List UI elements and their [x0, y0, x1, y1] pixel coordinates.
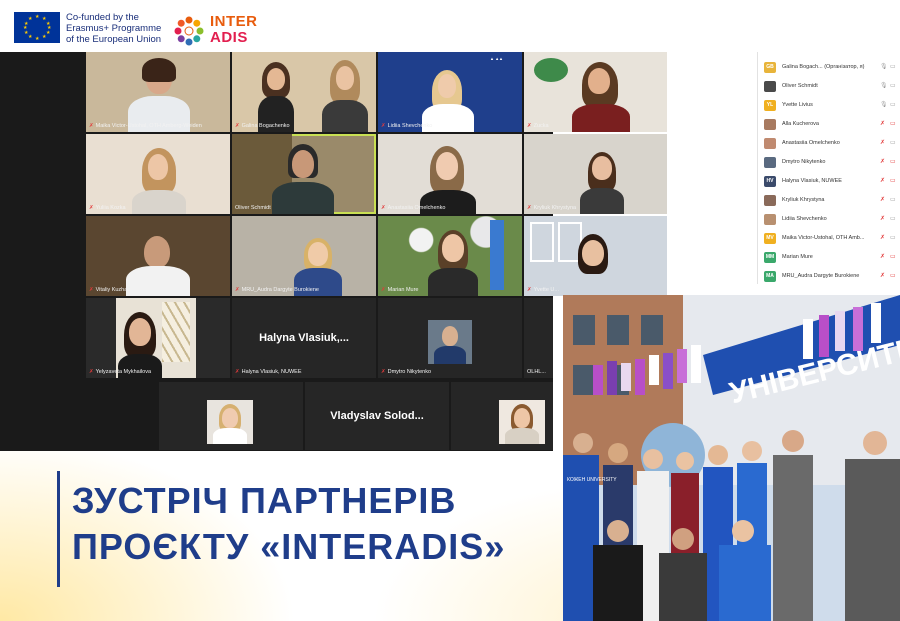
avatar: GB: [764, 62, 776, 73]
participant-name: Anastasiia Omelchenko: [782, 140, 840, 146]
video-tile-active-speaker[interactable]: Oliver Schmidt: [232, 134, 376, 214]
logo-text-inter: INTER: [210, 13, 258, 30]
participant-name: Alla Kucherova: [782, 121, 819, 127]
participant-name-placeholder: Halyna Vlasiuk,...: [259, 332, 349, 344]
participant-name-placeholder: Vladyslav Solod...: [330, 410, 424, 422]
participant-row[interactable]: GB Galina Bogach... (Організатор, я) 🎙 ▭: [758, 58, 900, 77]
video-tile[interactable]: ✗ Vitaliy Kuzhanovych: [86, 216, 230, 296]
title-line: ПРОЄКТУ «INTERADIS»: [72, 526, 506, 567]
camera-icon[interactable]: ▭: [890, 77, 896, 96]
video-tile[interactable]: Vladyslav Solod...: [305, 382, 449, 450]
avatar: HV: [764, 176, 776, 187]
group-photo-illustration: УНІВЕРСИТЕ КОЖЕН UNIVERSITY: [563, 295, 900, 621]
participant-row[interactable]: Oliver Schmidt 🎙 ▭: [758, 77, 900, 96]
avatar: MM: [764, 252, 776, 263]
mic-muted-icon[interactable]: ✗: [880, 134, 885, 153]
participant-row[interactable]: Anastasiia Omelchenko ✗ ▭: [758, 134, 900, 153]
video-tile[interactable]: ✗ Galina Bogachenko: [232, 52, 376, 132]
page-title: ЗУСТРІЧ ПАРТНЕРІВ ПРОЄКТУ «INTERADIS»: [72, 478, 552, 570]
video-tile[interactable]: ✗ Maika Victor-Ustohal, OTH Amberg-Weiden: [86, 52, 230, 132]
video-tile[interactable]: Halyna Vlasiuk,... ✗ Halyna Vlasiuk, NUWE…: [232, 298, 376, 378]
camera-off-icon[interactable]: ▭: [890, 172, 896, 191]
avatar: MA: [764, 271, 776, 282]
eu-funding-line: Co-funded by the: [66, 12, 139, 23]
camera-off-icon[interactable]: ▭: [890, 267, 896, 286]
avatar: MV: [764, 233, 776, 244]
camera-icon[interactable]: ▭: [890, 229, 896, 248]
camera-icon[interactable]: ▭: [890, 210, 896, 229]
video-tile[interactable]: ✗ Anastasiia Omelchenko: [378, 134, 522, 214]
mic-icon[interactable]: 🎙: [880, 77, 888, 96]
camera-icon[interactable]: ▭: [890, 96, 896, 115]
video-tile[interactable]: ✗ MRU_Audra Dargyte Burokiene: [232, 216, 376, 296]
group-photo: УНІВЕРСИТЕ КОЖЕН UNIVERSITY: [563, 295, 900, 621]
participant-row[interactable]: MA MRU_Audra Dargyte Burokiene ✗ ▭: [758, 267, 900, 286]
logo-text-adis: ADIS: [210, 29, 248, 46]
avatar: [764, 138, 776, 149]
mic-muted-icon[interactable]: ✗: [880, 210, 885, 229]
participants-panel: GB Galina Bogach... (Організатор, я) 🎙 ▭…: [757, 52, 900, 284]
mic-muted-icon[interactable]: ✗: [880, 229, 885, 248]
camera-icon[interactable]: ▭: [890, 58, 896, 77]
camera-icon[interactable]: ▭: [890, 191, 896, 210]
participant-row[interactable]: Lidiia Shevchenko ✗ ▭: [758, 210, 900, 229]
eu-funding-line: of the European Union: [66, 34, 162, 45]
avatar: [764, 214, 776, 225]
eu-funding-line: Erasmus+ Programme: [66, 23, 162, 34]
shirt-text: КОЖЕН UNIVERSITY: [567, 477, 617, 483]
eu-flag-icon: ★ ★ ★ ★ ★ ★ ★ ★ ★ ★ ★ ★: [14, 12, 60, 43]
participant-name: Oliver Schmidt: [782, 83, 818, 89]
camera-off-icon[interactable]: ▭: [890, 153, 896, 172]
participant-row[interactable]: Kryliuk Khrystyna ✗ ▭: [758, 191, 900, 210]
mic-muted-icon[interactable]: ✗: [880, 172, 885, 191]
participant-name: Halyna Vlasiuk, NUWEE: [782, 178, 842, 184]
interadis-logo: INTER ADIS: [172, 12, 257, 50]
mic-muted-icon[interactable]: ✗: [880, 267, 885, 286]
mic-muted-icon[interactable]: ✗: [880, 115, 885, 134]
participant-name: Kryliuk Khrystyna: [782, 197, 825, 203]
participant-row[interactable]: Dmytro Nikytenko ✗ ▭: [758, 153, 900, 172]
video-tile[interactable]: OLHL...: [524, 298, 553, 378]
participant-name: Marian Mure: [782, 254, 813, 260]
video-tile[interactable]: ▲ ▲▲ ✗ Lidiia Shevchenko: [378, 52, 522, 132]
mic-icon[interactable]: 🎙: [880, 96, 888, 115]
video-tile[interactable]: [159, 382, 303, 450]
mic-muted-icon[interactable]: ✗: [880, 153, 885, 172]
eu-funding-text: Co-funded by the Erasmus+ Programme of t…: [66, 12, 176, 45]
avatar: [764, 81, 776, 92]
mic-muted-icon[interactable]: ✗: [880, 248, 885, 267]
avatar: [764, 157, 776, 168]
participant-row[interactable]: MV Maika Victor-Ustohal, OTH Amb... ✗ ▭: [758, 229, 900, 248]
mic-icon[interactable]: 🎙: [880, 58, 888, 77]
video-tile[interactable]: ✗ Yvette U...: [524, 216, 667, 296]
video-tile[interactable]: ✗ Zucka: [524, 52, 667, 132]
avatar: [764, 195, 776, 206]
camera-off-icon[interactable]: ▭: [890, 248, 896, 267]
video-tile[interactable]: ✗ Marian Mure: [378, 216, 522, 296]
title-line: ЗУСТРІЧ ПАРТНЕРІВ: [72, 480, 457, 521]
participant-name: MRU_Audra Dargyte Burokiene: [782, 273, 860, 279]
participant-row[interactable]: Alla Kucherova ✗ ▭: [758, 115, 900, 134]
participant-row[interactable]: HV Halyna Vlasiuk, NUWEE ✗ ▭: [758, 172, 900, 191]
video-tile[interactable]: ✗ Yuliia Kozka: [86, 134, 230, 214]
avatar: [764, 119, 776, 130]
video-tile[interactable]: ✗ Dmytro Nikytenko: [378, 298, 522, 378]
camera-icon[interactable]: ▭: [890, 134, 896, 153]
participant-name: Lidiia Shevchenko: [782, 216, 827, 222]
participant-row[interactable]: MM Marian Mure ✗ ▭: [758, 248, 900, 267]
mic-muted-icon[interactable]: ✗: [880, 191, 885, 210]
video-tile[interactable]: ✗ Yelyzaveta Mykhailova: [86, 298, 230, 378]
participant-row[interactable]: YL Yvette Livius 🎙 ▭: [758, 96, 900, 115]
avatar: YL: [764, 100, 776, 111]
title-accent-bar: [57, 471, 60, 587]
participant-name: Yvette Livius: [782, 102, 813, 108]
camera-off-icon[interactable]: ▭: [890, 115, 896, 134]
participant-name: Galina Bogach... (Організатор, я): [782, 64, 865, 70]
participant-name: Maika Victor-Ustohal, OTH Amb...: [782, 235, 865, 241]
video-tile[interactable]: [451, 382, 553, 450]
participant-name: Dmytro Nikytenko: [782, 159, 826, 165]
video-tile[interactable]: ✗ Kryliuk Khrystyna: [524, 134, 667, 214]
video-conference-grid: ✗ Maika Victor-Ustohal, OTH Amberg-Weiden…: [0, 52, 667, 451]
interadis-flower-icon: [174, 16, 204, 46]
